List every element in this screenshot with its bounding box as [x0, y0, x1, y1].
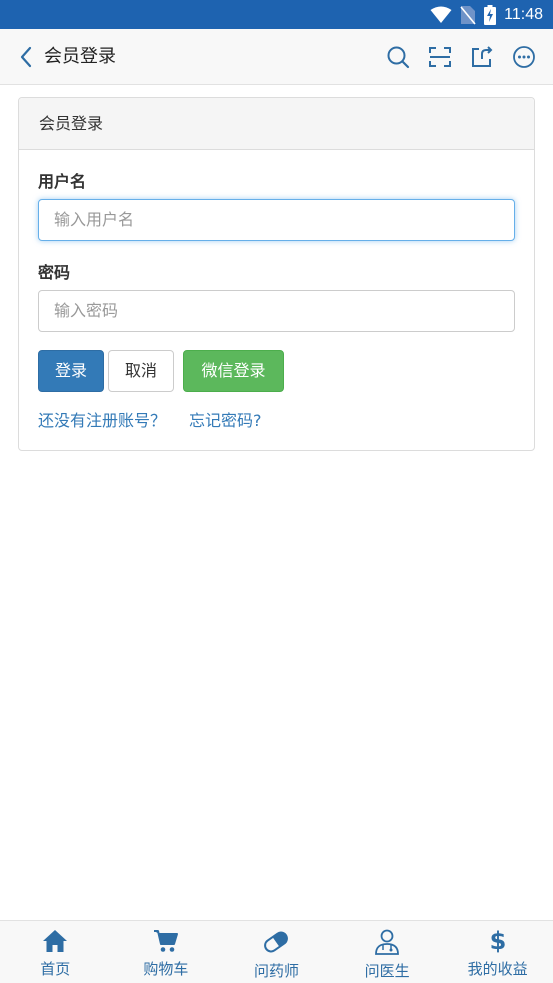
tab-doctor[interactable]: 问医生: [332, 921, 443, 983]
battery-charging-icon: [484, 4, 497, 25]
pill-icon: [264, 931, 289, 953]
no-sim-icon: [460, 5, 476, 25]
cancel-button[interactable]: 取消: [108, 350, 174, 392]
scan-icon: [429, 47, 451, 67]
status-time: 11:48: [504, 5, 543, 23]
doctor-icon: [375, 929, 399, 955]
bottom-tab-bar: 首页 购物车 问药师 问医生 $ 我的收益: [0, 920, 553, 983]
search-button[interactable]: [377, 37, 419, 77]
tab-doctor-label: 问医生: [364, 962, 410, 980]
share-button[interactable]: [461, 37, 503, 77]
page-title: 会员登录: [44, 46, 116, 67]
username-label: 用户名: [38, 172, 87, 191]
tab-pharmacist-label: 问药师: [253, 962, 299, 980]
cart-icon: [153, 930, 178, 952]
svg-text:$: $: [489, 927, 506, 954]
nav-bar: 会员登录: [0, 29, 553, 85]
tab-cart-label: 购物车: [143, 960, 189, 978]
back-button[interactable]: [12, 43, 40, 71]
panel-heading: 会员登录: [19, 98, 534, 150]
password-input[interactable]: 输入密码: [38, 290, 515, 332]
scan-button[interactable]: [419, 37, 461, 77]
login-panel: 会员登录 用户名 输入用户名 密码 输入密码 登录 取消 微信登录 还没有注册账…: [18, 97, 535, 451]
tab-earnings[interactable]: $ 我的收益: [442, 921, 553, 983]
share-icon: [472, 46, 493, 67]
more-icon: [513, 46, 535, 68]
dollar-icon: $: [489, 927, 506, 954]
more-button[interactable]: [503, 37, 545, 77]
tab-home[interactable]: 首页: [0, 921, 111, 983]
username-input[interactable]: 输入用户名: [38, 199, 515, 241]
chevron-left-icon: [20, 46, 32, 68]
home-icon: [43, 930, 68, 952]
wechat-login-button[interactable]: 微信登录: [183, 350, 284, 392]
wifi-icon: [430, 6, 452, 24]
search-icon: [387, 46, 410, 69]
register-link[interactable]: 还没有注册账号？: [38, 407, 166, 431]
tab-pharmacist[interactable]: 问药师: [221, 921, 332, 983]
forgot-password-link[interactable]: 忘记密码?: [189, 407, 262, 431]
password-label: 密码: [38, 263, 71, 282]
status-bar: 11:48: [0, 0, 553, 29]
tab-earnings-label: 我的收益: [467, 960, 528, 978]
login-button[interactable]: 登录: [38, 350, 104, 392]
tab-cart[interactable]: 购物车: [111, 921, 222, 983]
tab-home-label: 首页: [40, 960, 71, 978]
